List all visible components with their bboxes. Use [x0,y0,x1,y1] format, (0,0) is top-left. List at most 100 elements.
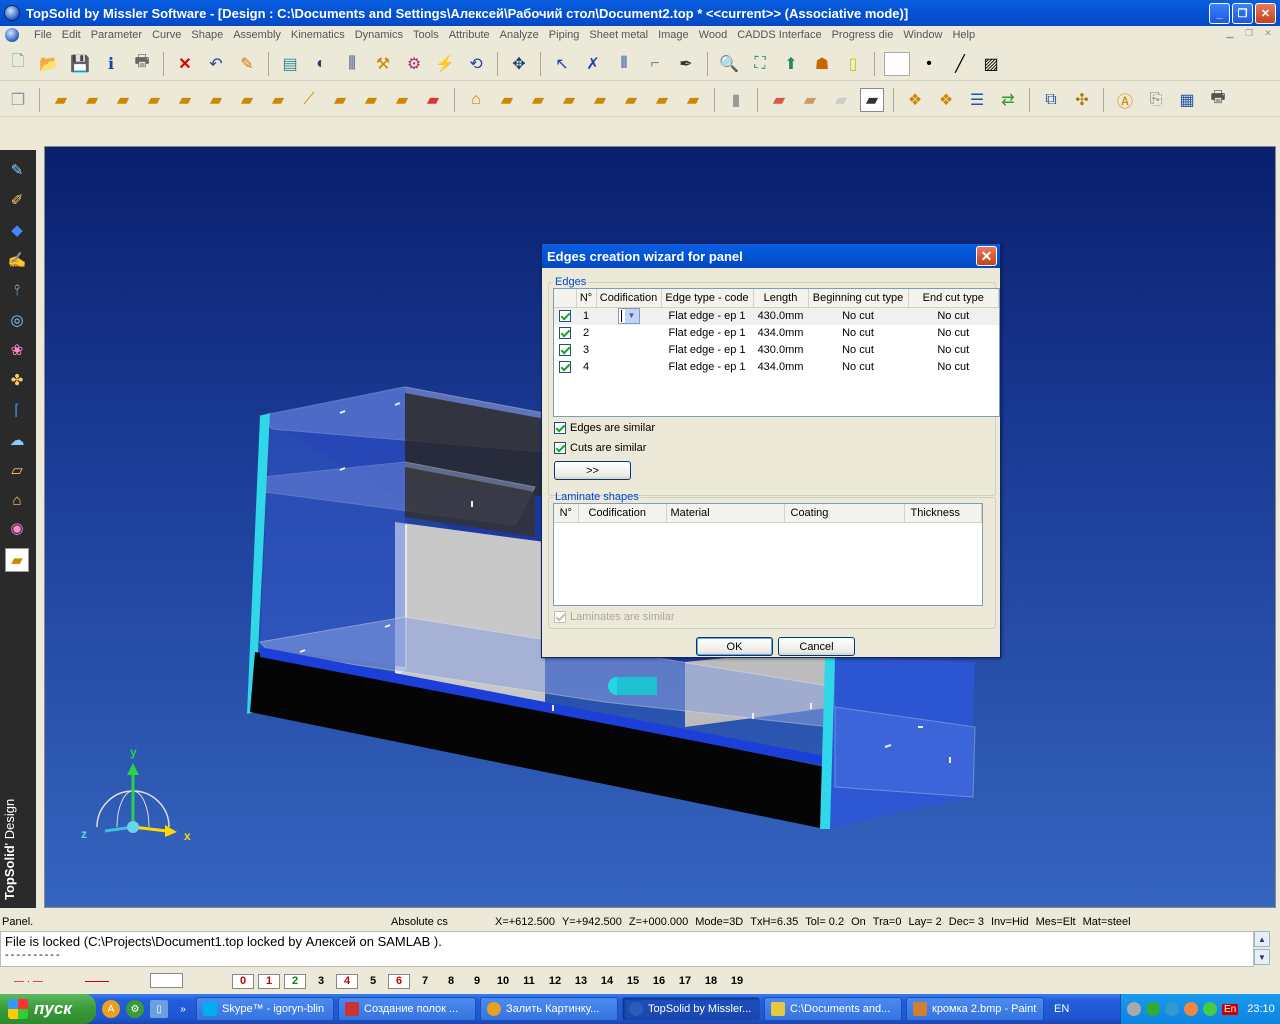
panel-icon[interactable]: ▰ [681,88,705,112]
copy-icon[interactable]: ⧉ [1039,88,1063,112]
edge-band-icon[interactable]: ▰ [829,88,853,112]
expand-button[interactable]: >> [554,461,631,480]
color-swatch[interactable] [884,51,910,76]
pin-icon[interactable]: ⫯ [5,278,29,302]
layer-18[interactable]: 18 [700,974,722,989]
battery-icon[interactable]: ▯ [841,52,865,76]
keyboard-layout-indicator[interactable]: En [1222,1003,1239,1015]
panel-icon[interactable]: ▰ [328,88,352,112]
print-icon[interactable]: 🖶 [1206,88,1230,112]
layer-input[interactable] [150,973,183,988]
menu-file[interactable]: File [29,29,57,41]
message-scrollbar[interactable]: ▲ ▼ [1254,931,1272,967]
tray-app-icon[interactable] [1184,1002,1198,1016]
menu-analyze[interactable]: Analyze [495,29,544,41]
cross-select-icon[interactable]: ✗ [581,52,605,76]
list-icon[interactable]: ☰ [965,88,989,112]
edges-table[interactable]: N° Codification Edge type - code Length … [553,288,1000,417]
quicklaunch-app-icon[interactable]: ▯ [150,1000,168,1018]
view-orient-icon[interactable]: ⬆ [779,52,803,76]
layer-4[interactable]: 4 [336,973,358,989]
wood-icon[interactable]: ▰ [5,548,29,572]
panel-icon[interactable]: ▰ [204,88,228,112]
hatch-style-icon[interactable]: ▨ [979,52,1003,76]
menu-wood[interactable]: Wood [694,29,733,41]
edge-enabled-checkbox[interactable] [559,310,571,323]
save-icon[interactable]: 💾 [68,52,92,76]
panel-icon[interactable]: ▰ [390,88,414,112]
menu-edit[interactable]: Edit [57,29,86,41]
select-icon[interactable]: ↖ [550,52,574,76]
edges-col-number[interactable]: N° [576,289,597,308]
task-topsolid[interactable]: TopSolid by Missler... [622,997,760,1021]
shape-icon[interactable]: ◆ [5,218,29,242]
status-mode[interactable]: Mode=3D [695,916,743,928]
table-icon[interactable]: ▦ [1175,88,1199,112]
kinematics-icon[interactable]: ❀ [5,338,29,362]
panel-icon[interactable]: ▰ [619,88,643,112]
layer-10[interactable]: 10 [492,974,514,989]
edge-codification-cell[interactable]: ▼ [596,307,661,325]
draft-icon[interactable]: ✍ [5,248,29,272]
hammer-icon[interactable]: ⚒ [371,52,395,76]
menu-assembly[interactable]: Assembly [228,29,286,41]
edges-col-codification[interactable]: Codification [596,289,662,308]
measure-icon[interactable]: ⚡ [433,52,457,76]
edge-enabled-checkbox[interactable] [559,327,571,340]
layer-17[interactable]: 17 [674,974,696,989]
edges-col-length[interactable]: Length [753,289,809,308]
layer-16[interactable]: 16 [648,974,670,989]
laminate-col-thickness[interactable]: Thickness [904,504,982,523]
undo-icon[interactable]: ↶ [204,52,228,76]
dowel-icon[interactable]: ⟋ [297,88,321,112]
panel-red-icon[interactable]: ▰ [421,88,445,112]
layers-icon[interactable]: ▤ [278,52,302,76]
edge-enabled-checkbox[interactable] [559,344,571,357]
point-style-icon[interactable]: • [917,52,941,76]
quicklaunch-more-icon[interactable]: » [174,1000,192,1018]
columns-icon[interactable]: ⫴ [612,52,636,76]
clock[interactable]: 23:10 [1247,1003,1275,1015]
laminate-col-number[interactable]: N° [554,504,579,523]
edge-codification-cell[interactable] [596,325,661,342]
text-icon[interactable]: Ⓐ [1113,88,1137,112]
line-style-solid[interactable] [85,981,109,982]
laminate-col-material[interactable]: Material [666,504,785,523]
assembly-icon[interactable]: ✤ [5,368,29,392]
edges-similar-option[interactable]: Edges are similar [554,422,655,434]
status-on[interactable]: On [851,916,866,928]
curve-icon[interactable]: ✐ [5,188,29,212]
menu-piping[interactable]: Piping [544,29,585,41]
task-explorer[interactable]: C:\Documents and... [764,997,902,1021]
layer-2[interactable]: 2 [284,973,306,989]
quicklaunch-app-icon[interactable]: A [102,1000,120,1018]
layer-15[interactable]: 15 [622,974,644,989]
line-style-icon[interactable]: ╱ [948,52,972,76]
layer-14[interactable]: 14 [596,974,618,989]
panel-icon[interactable]: ▰ [526,88,550,112]
status-invisible[interactable]: Inv=Hid [991,916,1029,928]
table-row[interactable]: 4 Flat edge - ep 1 434.0mm No cut No cut [554,359,999,376]
table-row[interactable]: 1 ▼ Flat edge - ep 1 430.0mm No cut No c… [554,307,999,325]
sketch-icon[interactable]: ✎ [5,158,29,182]
edges-similar-checkbox[interactable] [554,422,566,434]
mdi-minimize-button[interactable]: ▁ [1222,28,1238,41]
rotate-view-icon[interactable]: ⟲ [464,52,488,76]
layer-1[interactable]: 1 [258,973,280,989]
menu-parameter[interactable]: Parameter [86,29,147,41]
panel-icon[interactable]: ▰ [557,88,581,112]
chevron-down-icon[interactable]: ▼ [624,308,639,323]
scroll-down-icon[interactable]: ▼ [1254,949,1270,965]
cuts-similar-option[interactable]: Cuts are similar [554,442,646,454]
gray-block-icon[interactable]: ▮ [724,88,748,112]
restore-button[interactable]: ❐ [1232,3,1253,24]
codification-combo[interactable]: ▼ [617,307,640,324]
panel-icon[interactable]: ▰ [49,88,73,112]
ok-button[interactable]: OK [696,637,773,656]
sheet-metal-icon[interactable]: ⌈ [5,398,29,422]
edges-col-end-cut[interactable]: End cut type [908,289,999,308]
cuts-similar-checkbox[interactable] [554,442,566,454]
status-transparency[interactable]: Tra=0 [873,916,902,928]
tray-app-icon[interactable] [1146,1002,1160,1016]
layer-0[interactable]: 0 [232,973,254,989]
